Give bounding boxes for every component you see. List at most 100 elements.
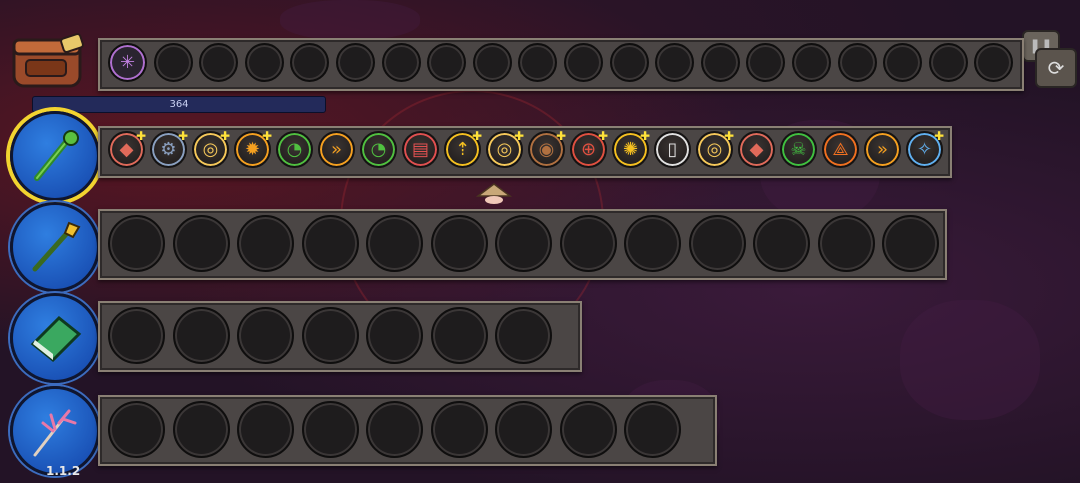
upgrade-slot[interactable]: ⟁ — [822, 131, 859, 168]
upgrade-slot[interactable]: ◎ ✚ — [192, 129, 230, 168]
upgrade-slot[interactable]: ✺ ✚ — [612, 129, 650, 168]
inventory-slot[interactable]: ✳ — [108, 43, 147, 82]
empty-upgrade-slot[interactable] — [301, 401, 359, 458]
upgrade-slot[interactable]: ◎ ✚ — [486, 129, 524, 168]
upgrade-slot[interactable]: ◆ ✚ — [108, 129, 146, 168]
empty-upgrade-slot[interactable] — [495, 307, 552, 364]
upgrade-plus-icon: ✚ — [555, 129, 566, 143]
upgrade-slot[interactable]: ⇡ ✚ — [444, 129, 482, 168]
backpack-icon[interactable] — [10, 32, 88, 90]
empty-upgrade-slot[interactable] — [624, 401, 681, 458]
upgrade-slot[interactable]: ◎ ✚ — [696, 129, 734, 168]
upgrade-plus-icon: ✚ — [639, 129, 650, 143]
empty-upgrade-slot[interactable] — [237, 307, 294, 364]
weapon-slot-book[interactable] — [10, 293, 100, 383]
upgrade-slot[interactable]: ◔ — [360, 131, 397, 168]
empty-upgrade-slot[interactable] — [237, 215, 294, 272]
inventory-slot[interactable] — [883, 43, 923, 82]
inventory-slot[interactable] — [244, 43, 284, 82]
inventory-slot[interactable] — [655, 43, 695, 82]
upgrade-slot[interactable]: ◉ ✚ — [528, 129, 566, 168]
upgrade-slot[interactable]: ▤ — [402, 131, 439, 168]
crystal-icon: ◆ — [749, 139, 764, 160]
coral-staff-icon — [33, 409, 77, 457]
speed-gauge-icon: ◔ — [370, 139, 387, 160]
triple-arrow-icon: ⟁ — [832, 139, 849, 160]
bullseye-icon: ⊕ — [580, 139, 597, 160]
upgrade-slot[interactable]: » — [864, 131, 901, 168]
weapon-slot-coral[interactable] — [10, 386, 100, 476]
inventory-slot[interactable] — [199, 43, 239, 82]
empty-upgrade-slot[interactable] — [430, 215, 488, 272]
inventory-slot[interactable] — [563, 43, 603, 82]
empty-upgrade-slot[interactable] — [172, 401, 230, 458]
upgrade-slots — [108, 307, 560, 364]
upgrade-slot[interactable]: ⊕ ✚ — [570, 129, 608, 168]
empty-upgrade-slot[interactable] — [624, 215, 681, 272]
speed-gauge-icon: ◔ — [286, 139, 303, 160]
gold-spear-icon — [32, 221, 81, 272]
upgrade-slot[interactable]: ▯ — [654, 131, 691, 168]
inventory-slot[interactable] — [427, 43, 467, 82]
upgrade-slot[interactable]: ⚙ ✚ — [150, 129, 188, 168]
inventory-slot[interactable] — [746, 43, 786, 82]
player-character — [476, 183, 512, 204]
book-icon: ▤ — [411, 139, 429, 160]
upgrade-plus-icon: ✚ — [261, 129, 272, 143]
empty-upgrade-slot[interactable] — [688, 215, 746, 272]
inventory-slot[interactable] — [791, 43, 831, 82]
experience-bar: 364 — [32, 96, 326, 113]
empty-upgrade-slot[interactable] — [559, 215, 617, 272]
upgrade-slot[interactable]: ✧ ✚ — [906, 129, 944, 168]
empty-upgrade-slot[interactable] — [817, 215, 875, 272]
background-blob — [900, 300, 1040, 420]
inventory-slot[interactable] — [381, 43, 421, 82]
upgrade-slot[interactable]: ◔ — [276, 131, 313, 168]
inventory-slot[interactable] — [518, 43, 558, 82]
empty-upgrade-slot[interactable] — [753, 215, 810, 272]
weapon-upgrades-bar — [98, 301, 582, 372]
empty-upgrade-slot[interactable] — [366, 215, 423, 272]
inventory-slot[interactable] — [290, 43, 330, 82]
empty-upgrade-slot[interactable] — [108, 307, 165, 364]
empty-upgrade-slot[interactable] — [366, 307, 423, 364]
inventory-slot[interactable] — [700, 43, 740, 82]
inventory-slot[interactable] — [153, 43, 193, 82]
inventory-slot[interactable] — [609, 43, 649, 82]
upgrade-slots — [108, 215, 947, 272]
empty-upgrade-slot[interactable] — [301, 215, 359, 272]
upgrade-slot[interactable]: ✹ ✚ — [234, 129, 272, 168]
inventory-slot[interactable] — [335, 43, 375, 82]
inventory-slot[interactable] — [472, 43, 512, 82]
empty-upgrade-slot[interactable] — [430, 401, 488, 458]
upgrade-slot[interactable]: ☠ — [780, 131, 817, 168]
empty-upgrade-slot[interactable] — [366, 401, 423, 458]
empty-upgrade-slot[interactable] — [172, 215, 230, 272]
upgrade-plus-icon: ✚ — [933, 129, 944, 143]
version-label: 1.1.2 — [46, 464, 81, 478]
empty-upgrade-slot[interactable] — [559, 401, 617, 458]
empty-upgrade-slot[interactable] — [882, 215, 939, 272]
inventory-slot[interactable] — [837, 43, 877, 82]
upgrade-plus-icon: ✚ — [513, 129, 524, 143]
inventory-slot[interactable] — [928, 43, 968, 82]
upgrade-plus-icon: ✚ — [135, 129, 146, 143]
swap-button[interactable]: ⟳ — [1035, 48, 1077, 88]
empty-upgrade-slot[interactable] — [108, 401, 165, 458]
empty-upgrade-slot[interactable] — [237, 401, 294, 458]
weapon-slot-spear[interactable] — [10, 202, 100, 292]
upgrade-slot[interactable]: » — [318, 131, 355, 168]
weapon-slot-staff[interactable] — [10, 111, 100, 201]
green-vine-staff-icon — [34, 130, 79, 181]
sun-icon: ✹ — [244, 139, 261, 160]
empty-upgrade-slot[interactable] — [301, 307, 359, 364]
inventory-slot[interactable] — [974, 43, 1014, 82]
empty-upgrade-slot[interactable] — [172, 307, 230, 364]
empty-upgrade-slot[interactable] — [108, 215, 165, 272]
upgrade-slot[interactable]: ◆ — [738, 131, 775, 168]
empty-upgrade-slot[interactable] — [495, 215, 552, 272]
weapon-upgrades-bar — [98, 395, 717, 466]
empty-upgrade-slot[interactable] — [430, 307, 488, 364]
comet-icon: ✧ — [916, 139, 933, 160]
empty-upgrade-slot[interactable] — [495, 401, 552, 458]
